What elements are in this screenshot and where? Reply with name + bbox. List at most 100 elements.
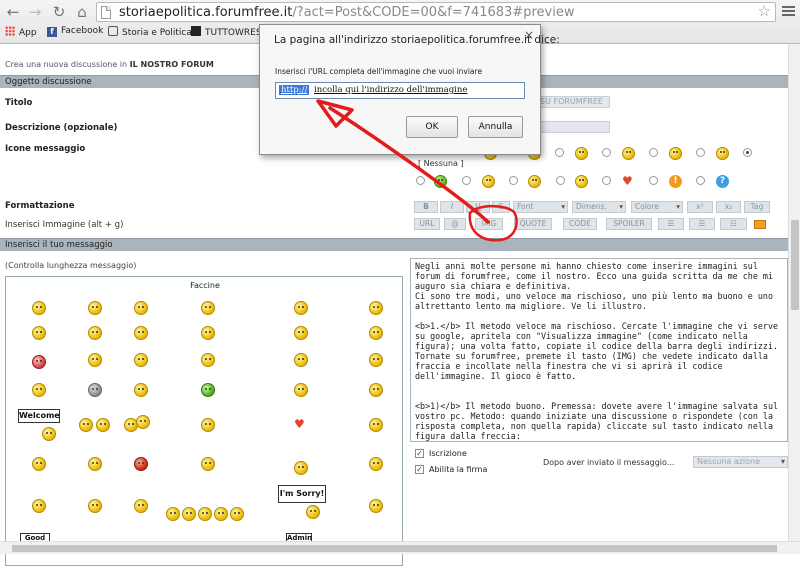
icon-radio[interactable] bbox=[602, 176, 611, 185]
ok-button[interactable]: OK bbox=[406, 116, 458, 138]
face-icon[interactable] bbox=[294, 383, 308, 397]
icon-radio-selected[interactable] bbox=[743, 148, 752, 157]
face-icon[interactable] bbox=[294, 353, 308, 367]
back-icon[interactable]: ← bbox=[4, 3, 22, 21]
subscript-button[interactable]: x₂ bbox=[716, 201, 741, 213]
icon-radio[interactable] bbox=[462, 176, 471, 185]
code-button[interactable]: CODE bbox=[563, 218, 597, 230]
welcome-sign-icon[interactable]: Welcome bbox=[18, 409, 60, 423]
color-select[interactable]: Colore bbox=[631, 201, 683, 213]
superscript-button[interactable]: x² bbox=[687, 201, 713, 213]
title-input[interactable]: SU FORUMFREE bbox=[536, 96, 610, 108]
font-select[interactable]: Font bbox=[513, 201, 568, 213]
face-icon[interactable] bbox=[88, 326, 102, 340]
face-icon[interactable] bbox=[294, 326, 308, 340]
close-icon[interactable]: × bbox=[524, 28, 534, 42]
vertical-scrollbar[interactable] bbox=[788, 44, 800, 541]
signature-checkbox[interactable]: ✓ bbox=[415, 465, 424, 474]
face-icon[interactable] bbox=[294, 301, 308, 315]
icon-radio[interactable] bbox=[602, 148, 611, 157]
image-url-input[interactable]: http:// incolla qui l'indirizzo dell'imm… bbox=[275, 82, 525, 99]
align-left-button[interactable]: ☰ bbox=[658, 218, 684, 230]
bold-button[interactable]: B bbox=[414, 201, 438, 213]
underline-button[interactable]: U bbox=[466, 201, 490, 213]
face-icon[interactable] bbox=[214, 507, 228, 521]
icon-radio[interactable] bbox=[509, 176, 518, 185]
face-icon[interactable] bbox=[96, 418, 110, 432]
face-icon[interactable] bbox=[369, 499, 383, 513]
face-icon[interactable] bbox=[134, 353, 148, 367]
after-post-select[interactable]: Nessuna azione bbox=[693, 456, 788, 468]
sleepy-face-icon[interactable] bbox=[88, 499, 102, 513]
icon-radio[interactable] bbox=[555, 148, 564, 157]
face-icon[interactable] bbox=[369, 353, 383, 367]
face-icon[interactable] bbox=[198, 507, 212, 521]
heart-icon[interactable]: ♥ bbox=[294, 418, 305, 430]
bookmark-facebook[interactable]: f Facebook bbox=[47, 26, 103, 37]
face-icon[interactable] bbox=[201, 326, 215, 340]
face-icon[interactable] bbox=[88, 353, 102, 367]
face-icon[interactable] bbox=[32, 457, 46, 471]
face-icon[interactable] bbox=[369, 301, 383, 315]
url-button[interactable]: URL bbox=[414, 218, 440, 230]
quote-button[interactable]: QUOTE bbox=[514, 218, 552, 230]
face-icon[interactable] bbox=[134, 326, 148, 340]
horizontal-scrollbar[interactable] bbox=[0, 541, 800, 554]
subscribe-checkbox[interactable]: ✓ bbox=[415, 449, 424, 458]
sick-face-icon[interactable] bbox=[201, 383, 215, 397]
icon-radio[interactable] bbox=[556, 176, 565, 185]
face-icon[interactable] bbox=[32, 499, 46, 513]
cool-face-icon[interactable] bbox=[32, 383, 46, 397]
face-icon[interactable] bbox=[369, 418, 383, 432]
address-url[interactable]: storiaepolitica.forumfree.it/?act=Post&C… bbox=[119, 5, 574, 20]
face-icon[interactable] bbox=[369, 326, 383, 340]
italic-button[interactable]: I bbox=[440, 201, 464, 213]
email-button[interactable]: @ bbox=[444, 218, 466, 230]
face-icon[interactable] bbox=[136, 415, 150, 429]
icon-radio[interactable] bbox=[416, 176, 425, 185]
align-center-button[interactable]: ☰ bbox=[689, 218, 715, 230]
menu-icon[interactable] bbox=[782, 4, 795, 18]
face-icon[interactable] bbox=[32, 326, 46, 340]
face-icon[interactable] bbox=[134, 499, 148, 513]
scroll-thumb[interactable] bbox=[791, 220, 799, 310]
bookmark-storia-politica[interactable]: Storia e Politica bbox=[108, 26, 192, 38]
face-icon[interactable] bbox=[201, 301, 215, 315]
description-input[interactable] bbox=[536, 121, 610, 133]
message-textarea[interactable]: Negli anni molte persone mi hanno chiest… bbox=[410, 258, 788, 442]
face-icon[interactable] bbox=[306, 505, 320, 519]
strike-button[interactable]: S bbox=[492, 201, 510, 213]
face-icon[interactable] bbox=[201, 457, 215, 471]
bookmark-star-icon[interactable]: ☆ bbox=[758, 2, 771, 20]
img-button[interactable]: IMG bbox=[475, 218, 503, 230]
face-icon[interactable] bbox=[369, 457, 383, 471]
face-icon[interactable] bbox=[182, 507, 196, 521]
reload-icon[interactable]: ↻ bbox=[50, 3, 68, 21]
check-length-link[interactable]: (Controlla lunghezza messaggio) bbox=[5, 261, 136, 270]
icon-radio[interactable] bbox=[649, 176, 658, 185]
forward-icon[interactable]: → bbox=[26, 3, 44, 21]
icon-radio[interactable] bbox=[696, 176, 705, 185]
face-icon[interactable] bbox=[88, 301, 102, 315]
face-icon[interactable] bbox=[369, 383, 383, 397]
cancel-button[interactable]: Annulla bbox=[468, 116, 523, 138]
tag-button[interactable]: Tag bbox=[744, 201, 770, 213]
face-icon[interactable] bbox=[79, 418, 93, 432]
alien-icon[interactable] bbox=[88, 383, 102, 397]
spoiler-button[interactable]: SPOILER bbox=[606, 218, 652, 230]
size-select[interactable]: Dimens. bbox=[572, 201, 626, 213]
face-icon[interactable] bbox=[201, 353, 215, 367]
face-icon[interactable] bbox=[88, 457, 102, 471]
sorry-sign-icon[interactable]: I'm Sorry! bbox=[278, 485, 326, 503]
home-icon[interactable]: ⌂ bbox=[73, 3, 91, 21]
icon-radio[interactable] bbox=[696, 148, 705, 157]
list-button[interactable]: ☷ bbox=[720, 218, 747, 230]
face-icon[interactable] bbox=[134, 383, 148, 397]
scroll-thumb[interactable] bbox=[12, 545, 777, 552]
icon-radio[interactable] bbox=[649, 148, 658, 157]
bookmark-apps[interactable]: App bbox=[5, 26, 37, 38]
face-icon[interactable] bbox=[294, 461, 308, 475]
face-icon[interactable] bbox=[42, 427, 56, 441]
face-icon[interactable] bbox=[166, 507, 180, 521]
address-bar[interactable]: storiaepolitica.forumfree.it/?act=Post&C… bbox=[96, 2, 776, 22]
